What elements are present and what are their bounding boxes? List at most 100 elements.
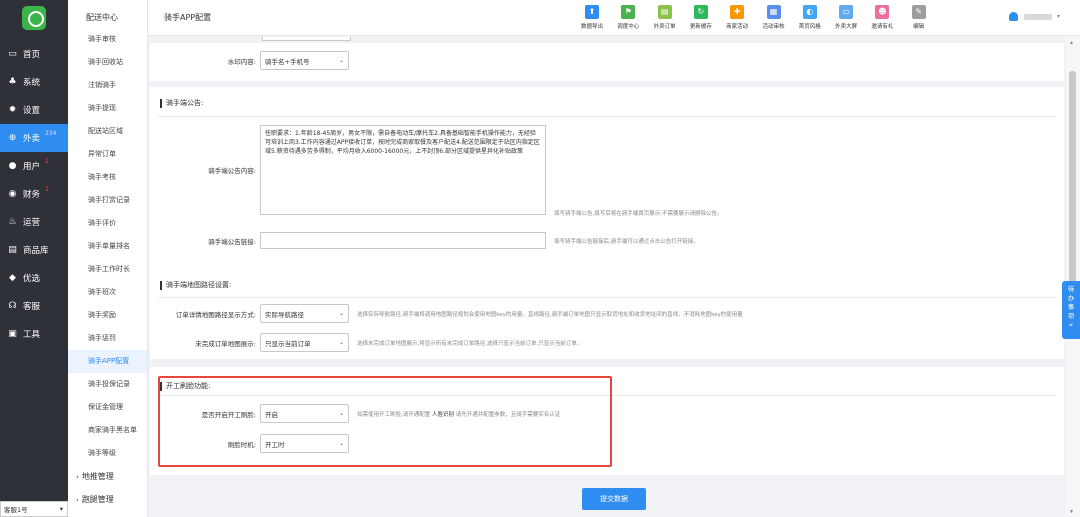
main-sidebar: ▭ 首页 ♣ 系统 ✹ 设置 ⊕ 外卖 234 ● 用户 1 ◉ 财务 1 ♨ 运营 ▤ 商品库 ◆ 优选 ☊ 客服 ▣ 工具 … [0, 0, 68, 517]
notice-content-hint: 填写骑手端公告,填写后将在骑手端首页展示,不需要展示请删除公告。 [554, 211, 723, 217]
nav-item[interactable]: ▭ 首页 [0, 40, 68, 68]
subnav-item[interactable]: 骑手评价 [68, 212, 147, 235]
nav-item-label: 客服 [23, 302, 41, 312]
nav-item[interactable]: ▤ 商品库 [0, 236, 68, 264]
toolbar-button[interactable]: ☻ 邀请有礼 [865, 5, 899, 30]
subnav-item[interactable]: 骑手单量排名 [68, 235, 147, 258]
nav-item[interactable]: ▣ 工具 [0, 320, 68, 348]
notice-link-label: 骑手端公告链接: [208, 237, 256, 246]
notice-link-input[interactable] [260, 232, 546, 249]
scrollbar[interactable]: ▴ ▾ [1066, 37, 1080, 517]
chevron-down-icon: ⌄ [338, 339, 344, 346]
dispatch-icon: ⚑ [621, 5, 636, 19]
sitemap-icon: ♣ [8, 76, 17, 87]
toolbar-button[interactable]: ⚑ 调度中心 [611, 5, 645, 30]
nav-item-label: 首页 [23, 50, 41, 60]
unfinished-orders-select[interactable]: 只显示当前订单 ⌄ [260, 333, 349, 352]
top-toolbar: 骑手APP配置 ⬆ 数据导出 ⚑ 调度中心 ▤ 外卖订单 ↻ 更新缓存 ✚ 商家活动 ▦ 活动审核 ◐ 首… [148, 0, 1080, 36]
pencil-icon: ✎ [911, 5, 926, 19]
chevron-right-icon: › [76, 473, 79, 481]
palette-icon: ◐ [802, 5, 817, 19]
subnav-item[interactable]: 异常订单 [68, 143, 147, 166]
list-icon: ▤ [8, 244, 17, 255]
gift-icon: ✚ [730, 5, 745, 19]
toolbox-icon: ▣ [8, 328, 17, 339]
scrollbar-thumb[interactable] [1069, 71, 1076, 293]
nav-item-label: 运营 [23, 218, 41, 228]
nav-item[interactable]: ✹ 设置 [0, 96, 68, 124]
subnav-item[interactable]: 骑手等级 [68, 442, 147, 465]
store-select[interactable]: 客服1号 ▾ [0, 501, 68, 517]
chevron-down-icon: ⌄ [338, 310, 344, 317]
subnav-item[interactable]: 骑手提现 [68, 97, 147, 120]
subnav-item[interactable]: 骑手投保记录 [68, 373, 147, 396]
username-placeholder [1023, 13, 1052, 20]
route-display-value: 实际导航路径 [265, 310, 304, 319]
nav-item[interactable]: ⊕ 外卖 234 [0, 124, 68, 152]
divider [158, 116, 1056, 117]
screen-icon: ▭ [839, 5, 854, 19]
watermark-value: 骑手名+手机号 [265, 57, 310, 66]
nav-item[interactable]: ♨ 运营 [0, 208, 68, 236]
upload-icon: ⬆ [585, 5, 599, 19]
subnav-item[interactable]: 骑手回收站 [68, 51, 147, 74]
highlight-box [158, 376, 612, 467]
subnav-item[interactable]: 骑手惩罚 [68, 327, 147, 350]
toolbar-button[interactable]: ▭ 外卖大屏 [829, 5, 863, 30]
nav-item-label: 设置 [23, 106, 41, 116]
map-card: 骑手端地图路径设置: 订单详情地图路径显示方式: 实际导航路径 ⌄ 选择实际导航路… [150, 271, 1064, 359]
subnav-item[interactable]: 骑手审核 [68, 28, 147, 51]
subnav-item[interactable]: 骑手打赏记录 [68, 189, 147, 212]
nav-item-label: 优选 [23, 274, 41, 284]
content-area: 水印内容: 骑手名+手机号 ⌄ 骑手端公告: 骑手端公告内容: 任职要求：1.年龄… [148, 37, 1066, 517]
toolbar-button[interactable]: ▦ 活动审核 [757, 5, 791, 30]
subnav-item[interactable]: 骑手奖励 [68, 304, 147, 327]
subnav-item[interactable]: 保证金管理 [68, 396, 147, 419]
toolbar-button[interactable]: ◐ 首页风格 [793, 5, 827, 30]
chevron-down-icon: ▾ [59, 505, 63, 513]
toolbar-label: 首页风格 [798, 24, 821, 30]
subnav-item[interactable]: 骑手班次 [68, 281, 147, 304]
toolbar-button[interactable]: ↻ 更新缓存 [684, 5, 718, 30]
route-display-select[interactable]: 实际导航路径 ⌄ [260, 304, 349, 323]
watermark-label: 水印内容: [227, 57, 256, 66]
nav-item[interactable]: ◆ 优选 [0, 264, 68, 292]
toolbar-label: 邀请有礼 [871, 24, 894, 30]
nav-item-label: 工具 [23, 330, 41, 340]
user-menu[interactable]: ▾ [1008, 12, 1060, 21]
toolbar-button[interactable]: ✚ 商家活动 [720, 5, 754, 30]
subnav-item[interactable]: 骑手APP配置 [68, 350, 147, 373]
subnav-item[interactable]: 配送站区域 [68, 120, 147, 143]
todo-tab[interactable]: 待办事项 « [1062, 281, 1080, 339]
toolbar-label: 外卖大屏 [835, 24, 858, 30]
watermark-select[interactable]: 骑手名+手机号 ⌄ [260, 51, 349, 70]
scroll-up-icon[interactable]: ▴ [1070, 39, 1073, 46]
subnav-item[interactable]: 骑手考核 [68, 166, 147, 189]
map-section-title: 骑手端地图路径设置: [160, 281, 231, 290]
subnav-item[interactable]: 商家骑手黑名单 [68, 419, 147, 442]
nav-badge: 1 [45, 186, 49, 193]
subnav-item[interactable]: 注销骑手 [68, 74, 147, 97]
nav-item[interactable]: ● 用户 1 [0, 152, 68, 180]
toolbar-button[interactable]: ⬆ 数据导出 [575, 5, 609, 30]
subnav-group[interactable]: › 跑腿管理 [68, 488, 147, 511]
nav-item[interactable]: ☊ 客服 [0, 292, 68, 320]
toolbar-button[interactable]: ▤ 外卖订单 [648, 5, 682, 30]
notice-card: 骑手端公告: 骑手端公告内容: 任职要求：1.年龄18-45周岁，男女不限，需自… [150, 87, 1064, 299]
notice-content-label: 骑手端公告内容: [208, 167, 256, 175]
scroll-down-icon[interactable]: ▾ [1070, 508, 1073, 515]
nav-badge: 234 [45, 130, 57, 137]
partial-input[interactable] [262, 37, 351, 41]
nav-item[interactable]: ♣ 系统 [0, 68, 68, 96]
submit-button[interactable]: 提交数据 [582, 488, 646, 510]
unfinished-orders-value: 只显示当前订单 [265, 339, 311, 348]
subnav-group[interactable]: › 地推管理 [68, 465, 147, 488]
toolbar-label: 活动审核 [762, 24, 785, 30]
toolbar-label: 编辑 [913, 24, 925, 30]
toolbar-button[interactable]: ✎ 编辑 [902, 5, 936, 30]
nav-item[interactable]: ◉ 财务 1 [0, 180, 68, 208]
subnav-item[interactable]: 骑手工作时长 [68, 258, 147, 281]
nav-item-label: 用户 [23, 162, 41, 172]
notice-content-textarea[interactable]: 任职要求：1.年龄18-45周岁，男女不限，需自备电动车/摩托车2.具备基础智能… [260, 125, 546, 215]
app-logo [22, 6, 46, 30]
